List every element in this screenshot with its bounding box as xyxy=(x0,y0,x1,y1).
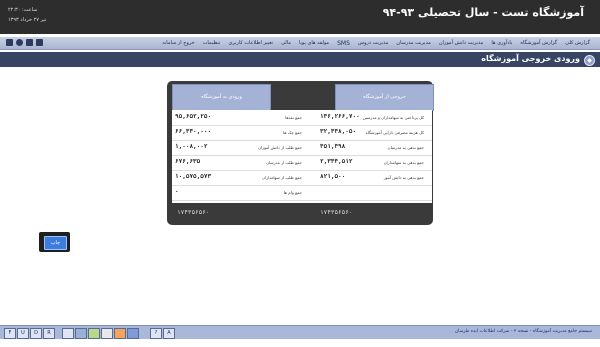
menu-item-sms[interactable]: SMS xyxy=(333,40,354,47)
status-square-d[interactable]: D xyxy=(30,328,42,339)
outgoing-label: جمع بدهی به دانش آموز xyxy=(383,175,424,180)
report-table: کل پرداختی به سهامداران و مدرسین ۱۴۶,۲۶۶… xyxy=(172,110,432,203)
outgoing-label: کل پرداختی به سهامداران و مدرسین xyxy=(362,115,424,120)
menu-item-courses[interactable]: مدیریت دروس xyxy=(354,40,393,46)
page-title: ورودی خروجی آموزشگاه xyxy=(481,54,580,63)
incoming-value: ۱,۰۰۸,۰۰۲ xyxy=(175,143,208,150)
menu-item-settings[interactable]: تنظیمات xyxy=(199,40,225,46)
menu-item-school-report[interactable]: گزارش آموزشگاه xyxy=(516,40,561,46)
menu-item-account-settings[interactable]: تغییر اطلاعات کاربری xyxy=(224,40,277,46)
menu-item-students[interactable]: مدیریت دانش آموزان xyxy=(435,40,487,46)
incoming-label: جمع چک ها xyxy=(283,130,302,135)
theme-swatch[interactable] xyxy=(127,328,139,339)
main-menu-bar: گزارش کلی گزارش آموزشگاه یادآوری ها مدیر… xyxy=(0,37,600,50)
incoming-value: ۱۰,۵۷۵,۵۷۳ xyxy=(175,173,212,180)
status-square-r[interactable]: R xyxy=(43,328,55,339)
status-square-u[interactable]: U xyxy=(17,328,29,339)
outgoing-total: ۱۷۴۳۵۶۵۶۰ xyxy=(320,209,353,216)
incoming-value: ۶۶,۴۴۰,۰۰۰ xyxy=(175,128,212,135)
report-panel: خروجی از آموزشگاه ورودی به آموزشگاه کل پ… xyxy=(167,81,434,225)
app-title: آموزشگاه تست - سال تحصیلی ۹۳-۹۴ xyxy=(382,6,584,19)
main-menu: گزارش کلی گزارش آموزشگاه یادآوری ها مدیر… xyxy=(158,37,594,49)
incoming-value: ۰ xyxy=(175,188,179,195)
menu-item-dynamic-components[interactable]: مولفه های پویا xyxy=(295,40,333,46)
table-row: جمع بدهی به سهامداران ۲,۳۴۴,۵۱۲ جمع طلب … xyxy=(172,155,432,171)
clock-text: ساعت: ۲۲:۳۰ xyxy=(8,7,38,13)
incoming-label: جمع وام ها xyxy=(283,190,302,195)
print-icon[interactable] xyxy=(16,39,23,46)
table-row: جمع بدهی به دانش آموز ۸۲۱,۵۰۰ جمع طلب از… xyxy=(172,170,432,186)
outgoing-value: ۴۵۱,۴۹۸ xyxy=(320,143,346,150)
print-button[interactable]: چاپ xyxy=(44,236,67,250)
theme-swatch[interactable] xyxy=(114,328,126,339)
app-header: آموزشگاه تست - سال تحصیلی ۹۳-۹۴ ساعت: ۲۲… xyxy=(0,0,600,34)
incoming-label: جمع طلب از دانش آموزان xyxy=(258,145,302,150)
outgoing-value: ۸۲۱,۵۰۰ xyxy=(320,173,346,180)
incoming-label: جمع طلب از سهامداران xyxy=(262,175,302,180)
chat-icon[interactable] xyxy=(26,39,33,46)
incoming-label: جمع نقدها xyxy=(285,115,302,120)
outgoing-value: ۲,۳۴۴,۵۱۲ xyxy=(320,158,353,165)
incoming-header: ورودی به آموزشگاه xyxy=(172,84,271,111)
status-text: سیستم جامع مدیریت آموزشگاه - نسخه ۲ - شر… xyxy=(454,329,592,334)
theme-swatch[interactable] xyxy=(62,328,74,339)
menu-item-teachers[interactable]: مدیریت مدرسان xyxy=(392,40,434,46)
table-row: کل هزینه مصرفی داراییِ آموزشگاه ۳۲,۴۴۸,۰… xyxy=(172,125,432,141)
theme-swatch[interactable] xyxy=(101,328,113,339)
outgoing-label: جمع بدهی به مدرسان xyxy=(387,145,424,150)
page-title-icon: ◆ xyxy=(584,55,595,66)
incoming-label: جمع طلب از مدرسان xyxy=(266,160,302,165)
incoming-value: ۶۷۶,۶۳۵ xyxy=(175,158,201,165)
outgoing-label: کل هزینه مصرفی داراییِ آموزشگاه xyxy=(365,130,424,135)
outgoing-value: ۱۴۶,۲۶۶,۷۰۰ xyxy=(320,113,360,120)
theme-swatch[interactable] xyxy=(75,328,87,339)
print-button-frame: چاپ xyxy=(39,232,70,252)
incoming-value: ۹۵,۶۵۲,۲۵۰ xyxy=(175,113,212,120)
menu-item-finance[interactable]: مالی xyxy=(277,40,295,46)
outgoing-value: ۳۲,۴۴۸,۰۵۰ xyxy=(320,128,357,135)
table-row: جمع بدهی به مدرسان ۴۵۱,۴۹۸ جمع طلب از دا… xyxy=(172,140,432,156)
menu-item-overall-report[interactable]: گزارش کلی xyxy=(561,40,594,46)
outgoing-label: جمع بدهی به سهامداران xyxy=(383,160,424,165)
font-size-button[interactable]: A xyxy=(163,328,175,339)
date-text: تیر ۲۷ خرداد ۱۳۹۳ xyxy=(8,17,47,23)
toolbar-icons xyxy=(6,39,43,46)
table-row: کل پرداختی به سهامداران و مدرسین ۱۴۶,۲۶۶… xyxy=(172,110,432,126)
menu-item-reminders[interactable]: یادآوری ها xyxy=(487,40,516,46)
incoming-total: ۱۷۴۳۵۶۵۶۰ xyxy=(177,209,210,216)
table-row: جمع وام ها ۰ xyxy=(172,185,432,201)
user-icon[interactable] xyxy=(6,39,13,46)
status-bar: F U D R ? A سیستم جامع مدیریت آموزشگاه -… xyxy=(0,325,600,339)
message-icon[interactable] xyxy=(36,39,43,46)
page-title-bar: ◆ ورودی خروجی آموزشگاه xyxy=(0,52,600,67)
theme-swatch[interactable] xyxy=(88,328,100,339)
status-square-f[interactable]: F xyxy=(4,328,16,339)
outgoing-header: خروجی از آموزشگاه xyxy=(335,84,434,111)
help-button[interactable]: ? xyxy=(150,328,162,339)
menu-item-logout[interactable]: خروج از سامانه xyxy=(158,40,198,46)
